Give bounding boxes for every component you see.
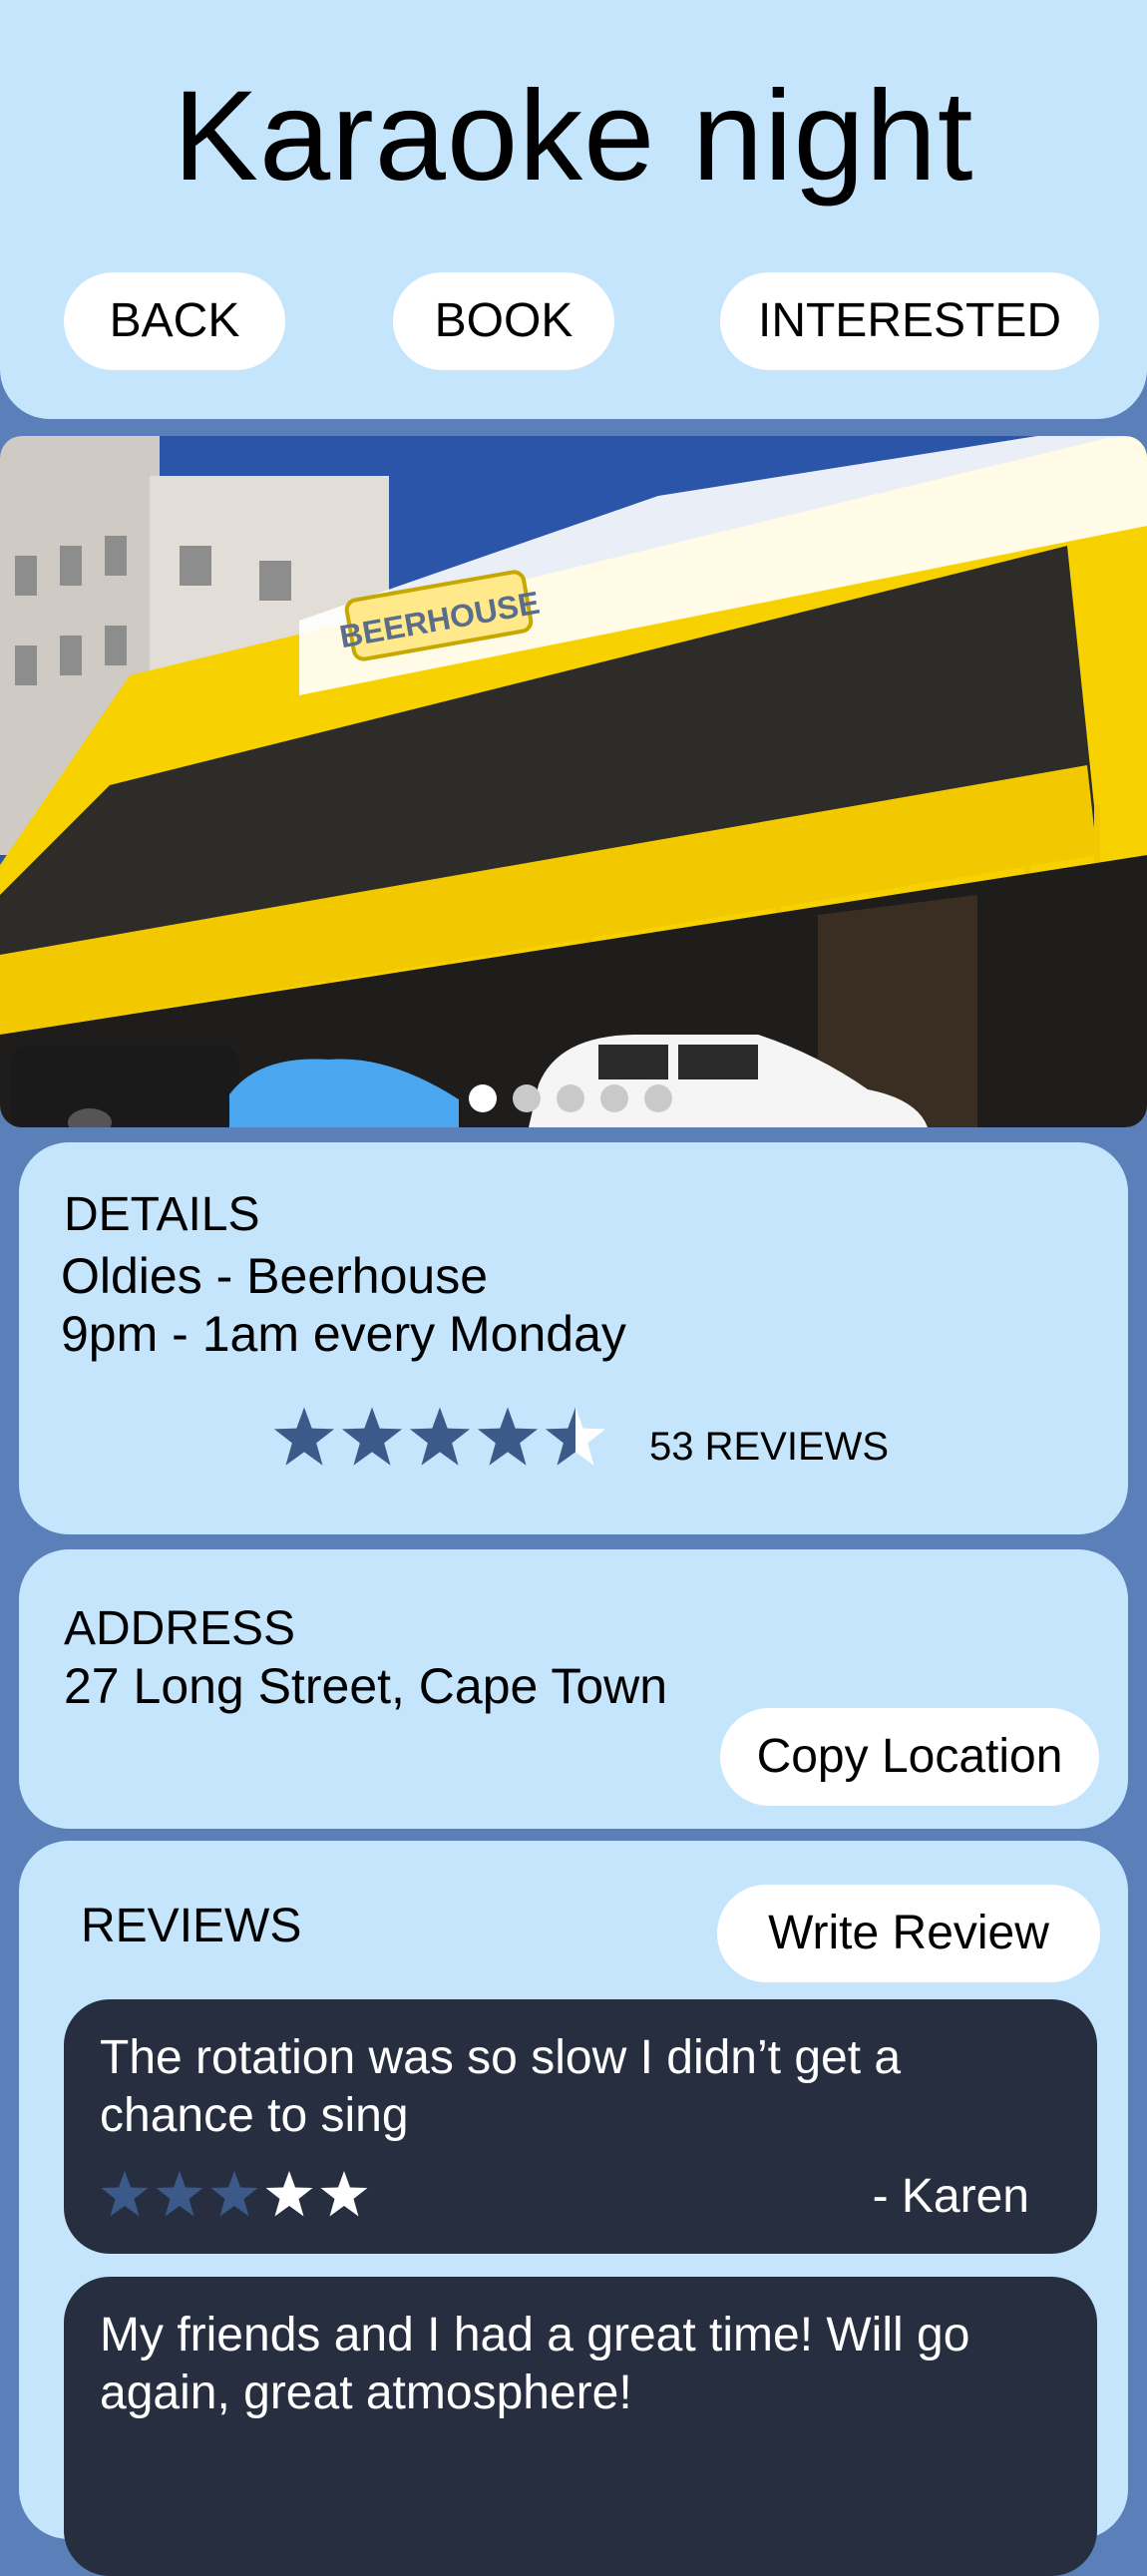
review-item: My friends and I had a great time! Will … xyxy=(64,2277,1097,2576)
details-card: DETAILS Oldies - Beerhouse 9pm - 1am eve… xyxy=(19,1142,1128,1534)
review-author: - Karen xyxy=(872,2170,1029,2223)
star-icon xyxy=(409,1407,471,1466)
address-heading: ADDRESS xyxy=(64,1602,296,1655)
star-icon xyxy=(156,2171,203,2217)
write-review-button[interactable]: Write Review xyxy=(717,1885,1100,1982)
beerhouse-illustration: BEERHOUSE xyxy=(0,436,1147,1127)
star-icon xyxy=(210,2171,258,2217)
reviews-card: REVIEWS Write Review The rotation was so… xyxy=(19,1841,1128,2576)
copy-location-button[interactable]: Copy Location xyxy=(720,1708,1099,1806)
header: Karaoke night BACK BOOK INTERESTED xyxy=(0,0,1147,419)
star-icon xyxy=(341,1407,403,1466)
review-item: The rotation was so slow I didn’t get a … xyxy=(64,1999,1097,2254)
star-icon xyxy=(477,1407,539,1466)
review-text: The rotation was so slow I didn’t get a … xyxy=(100,2031,902,2142)
star-icon xyxy=(545,1407,606,1466)
page-title: Karaoke night xyxy=(173,65,974,208)
back-button[interactable]: BACK xyxy=(64,272,285,370)
star-icon xyxy=(101,2171,149,2217)
carousel-dot[interactable] xyxy=(557,1084,584,1112)
beerhouse-photo[interactable]: BEERHOUSE xyxy=(0,436,1147,1127)
address-card: ADDRESS 27 Long Street, Cape Town Copy L… xyxy=(19,1549,1128,1829)
book-button[interactable]: BOOK xyxy=(393,272,614,370)
star-icon xyxy=(320,2171,368,2217)
rating-stars xyxy=(272,1405,611,1469)
interested-button[interactable]: INTERESTED xyxy=(720,272,1099,370)
carousel-dot[interactable] xyxy=(600,1084,628,1112)
carousel-dot[interactable] xyxy=(513,1084,541,1112)
carousel-dot[interactable] xyxy=(469,1084,497,1112)
event-name: Oldies - Beerhouse xyxy=(61,1248,489,1304)
carousel-dots xyxy=(469,1084,672,1112)
review-rating-stars xyxy=(100,2169,374,2219)
carousel-dot[interactable] xyxy=(644,1084,672,1112)
star-icon xyxy=(273,1407,335,1466)
address-value: 27 Long Street, Cape Town xyxy=(64,1658,668,1714)
event-schedule: 9pm - 1am every Monday xyxy=(61,1306,626,1362)
review-text: My friends and I had a great time! Will … xyxy=(100,2309,970,2419)
reviews-heading: REVIEWS xyxy=(81,1900,302,1952)
details-heading: DETAILS xyxy=(64,1188,260,1241)
star-icon xyxy=(265,2171,313,2217)
reviews-count[interactable]: 53 REVIEWS xyxy=(649,1425,889,1470)
